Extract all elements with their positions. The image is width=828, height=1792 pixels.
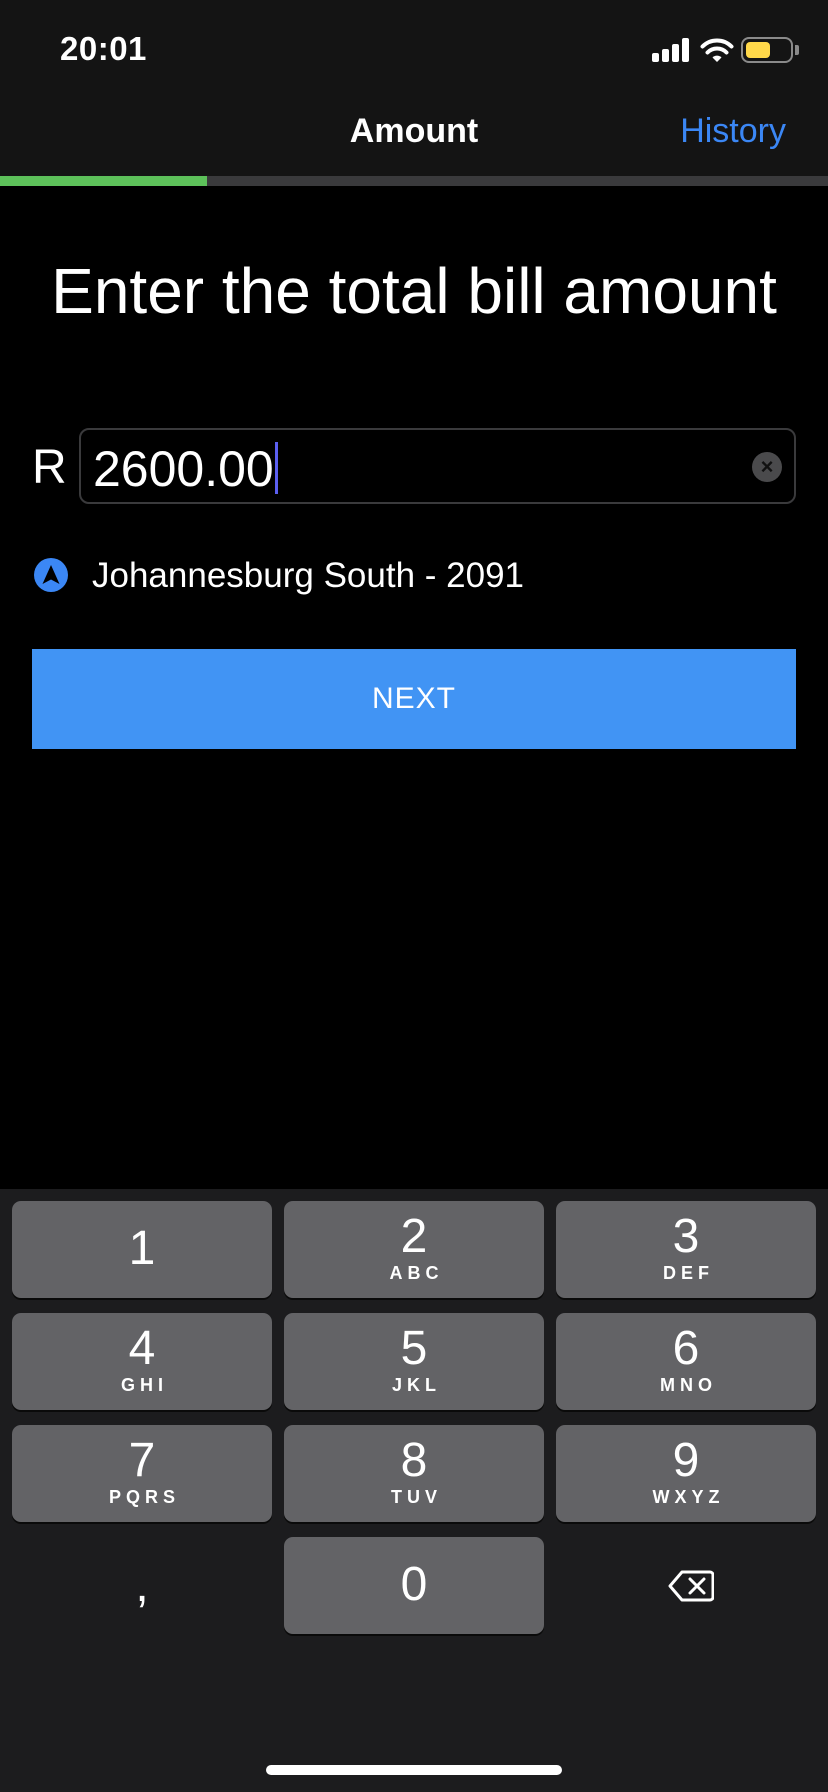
key-digit: 7	[128, 1434, 156, 1487]
key-1[interactable]: 1	[12, 1201, 272, 1298]
key-digit: 4	[128, 1322, 156, 1375]
progress-bar	[0, 176, 828, 186]
key-letters: PQRS	[108, 1487, 180, 1507]
key-2[interactable]: 2 ABC	[284, 1201, 544, 1298]
cellular-signal-icon	[652, 38, 690, 62]
amount-text: 2600.00	[93, 441, 274, 497]
battery-icon	[741, 37, 793, 63]
battery-level	[746, 42, 770, 58]
key-letters: WXYZ	[652, 1487, 725, 1507]
key-digit: 3	[672, 1210, 700, 1263]
key-letters: TUV	[391, 1487, 442, 1507]
key-letters: JKL	[391, 1375, 441, 1395]
text-caret	[274, 442, 278, 494]
home-indicator[interactable]	[266, 1765, 562, 1775]
next-button[interactable]: NEXT	[32, 649, 796, 749]
key-9[interactable]: 9 WXYZ	[556, 1425, 816, 1522]
history-link[interactable]: History	[680, 112, 786, 151]
backspace-key[interactable]	[556, 1537, 816, 1634]
key-letters: ABC	[389, 1263, 444, 1283]
clear-icon[interactable]: ×	[752, 452, 782, 482]
key-digit: 5	[400, 1322, 428, 1375]
key-digit: 6	[672, 1322, 700, 1375]
numeric-keypad: 1 2 ABC 3 DEF 4 GHI 5 JKL 6 MNO 7 PQRS 8…	[0, 1189, 828, 1792]
nav-bar: Amount History	[0, 90, 828, 176]
progress-bar-fill	[0, 176, 207, 186]
navigation-arrow-icon	[34, 558, 68, 592]
key-0[interactable]: 0	[284, 1537, 544, 1634]
battery-tip	[795, 45, 799, 55]
key-comma[interactable]: ,	[12, 1537, 272, 1634]
amount-input[interactable]: 2600.00 ×	[79, 428, 796, 504]
status-time: 20:01	[60, 30, 147, 67]
key-digit: 9	[672, 1434, 700, 1487]
amount-field-value: 2600.00	[93, 440, 278, 498]
key-digit: 8	[400, 1434, 428, 1487]
comma-glyph: ,	[135, 1559, 149, 1612]
key-3[interactable]: 3 DEF	[556, 1201, 816, 1298]
key-letters: GHI	[120, 1375, 168, 1395]
key-4[interactable]: 4 GHI	[12, 1313, 272, 1410]
wifi-icon	[700, 36, 734, 64]
key-letters: DEF	[663, 1263, 714, 1283]
key-letters: MNO	[660, 1375, 717, 1395]
key-6[interactable]: 6 MNO	[556, 1313, 816, 1410]
headline: Enter the total bill amount	[51, 255, 777, 327]
key-8[interactable]: 8 TUV	[284, 1425, 544, 1522]
key-digit: 1	[128, 1222, 156, 1275]
backspace-icon	[668, 1570, 714, 1602]
currency-symbol: R	[32, 441, 67, 494]
status-bar: 20:01	[0, 0, 828, 90]
key-digit: 0	[400, 1558, 428, 1611]
location-text: Johannesburg South - 2091	[92, 556, 524, 595]
key-digit: 2	[400, 1210, 428, 1263]
key-7[interactable]: 7 PQRS	[12, 1425, 272, 1522]
key-5[interactable]: 5 JKL	[284, 1313, 544, 1410]
